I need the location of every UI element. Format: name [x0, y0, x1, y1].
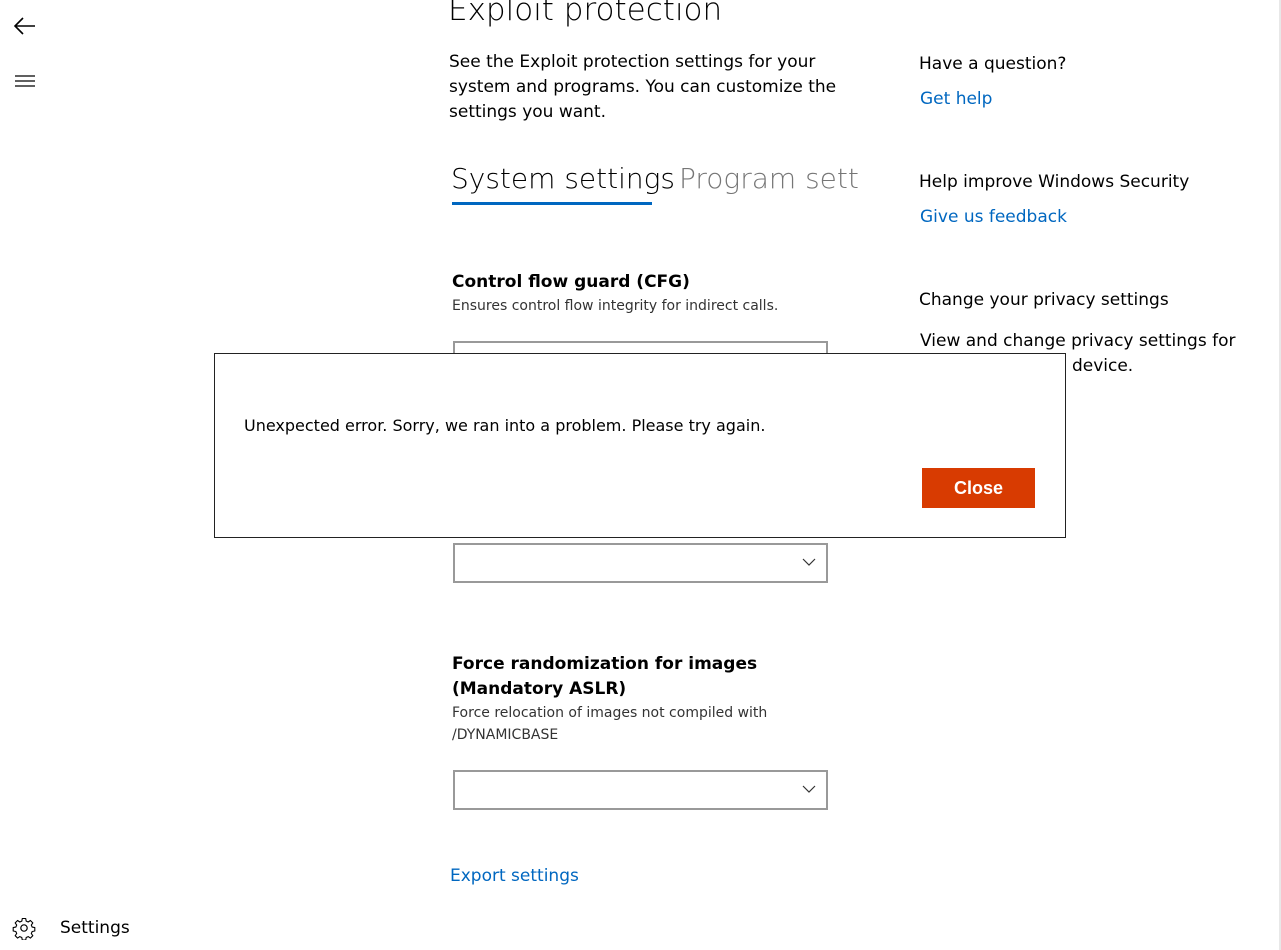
error-dialog: Unexpected error. Sorry, we ran into a p… — [214, 353, 1066, 538]
chevron-down-icon — [802, 785, 816, 793]
tab-selected-indicator — [452, 202, 652, 205]
cfg-setting-title: Control flow guard (CFG) — [452, 272, 690, 292]
close-button[interactable]: Close — [922, 468, 1035, 508]
improve-heading: Help improve Windows Security — [919, 172, 1190, 192]
page-title: Exploit protection — [448, 0, 723, 28]
export-settings-link[interactable]: Export settings — [450, 866, 579, 886]
error-message: Unexpected error. Sorry, we ran into a p… — [244, 416, 766, 435]
back-arrow-icon — [13, 17, 35, 35]
tab-system-settings[interactable]: System settings — [451, 162, 675, 195]
give-feedback-link[interactable]: Give us feedback — [920, 207, 1067, 227]
settings-nav-item[interactable]: Settings — [12, 912, 130, 944]
gear-icon — [12, 917, 36, 940]
menu-button[interactable] — [12, 70, 38, 92]
windows-security-page: Settings Exploit protection See the Expl… — [0, 0, 1281, 950]
get-help-link[interactable]: Get help — [920, 89, 992, 109]
hamburger-menu-icon — [15, 75, 35, 87]
tab-program-settings[interactable]: Program settings — [679, 162, 862, 195]
aslr-setting-title: Force randomization for images (Mandator… — [452, 654, 758, 699]
setting-2-dropdown[interactable] — [453, 543, 828, 583]
question-heading: Have a question? — [919, 54, 1067, 74]
privacy-heading: Change your privacy settings — [919, 290, 1169, 310]
back-button[interactable] — [10, 12, 40, 42]
cfg-setting-description: Ensures control flow integrity for indir… — [452, 298, 779, 314]
aslr-setting-description: Force relocation of images not compiled … — [452, 705, 768, 743]
settings-nav-label: Settings — [60, 918, 130, 938]
aslr-dropdown[interactable] — [453, 770, 828, 810]
page-description: See the Exploit protection settings for … — [449, 52, 837, 122]
chevron-down-icon — [802, 558, 816, 566]
